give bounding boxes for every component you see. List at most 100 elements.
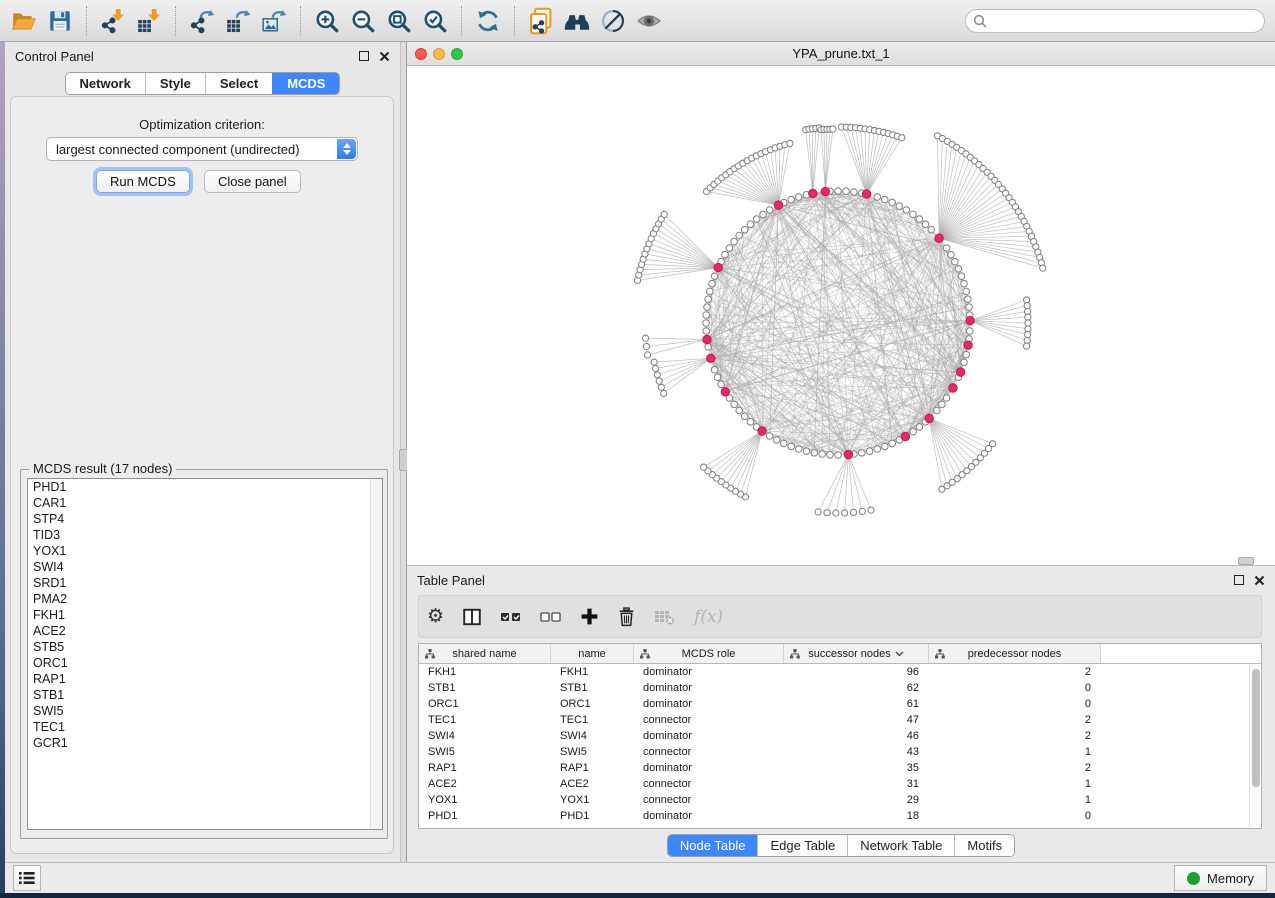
table-cell[interactable]: dominator — [634, 730, 784, 742]
deselect-all-icon[interactable] — [540, 602, 562, 632]
import-table-icon[interactable] — [131, 3, 167, 39]
table-cell[interactable]: RAP1 — [551, 762, 634, 774]
table-cell[interactable]: 47 — [784, 714, 929, 726]
table-row[interactable]: STB1STB1dominator620 — [419, 680, 1261, 696]
zoom-in-icon[interactable] — [309, 3, 345, 39]
table-cell[interactable]: SWI4 — [419, 730, 551, 742]
task-history-button[interactable] — [13, 865, 41, 891]
table-cell[interactable]: 2 — [929, 730, 1101, 742]
save-session-icon[interactable] — [42, 3, 78, 39]
table-cell[interactable]: TEC1 — [419, 714, 551, 726]
mcds-result-item[interactable]: STB5 — [28, 639, 382, 655]
table-cell[interactable]: ACE2 — [551, 778, 634, 790]
column-header-MCDS-role[interactable]: MCDS role — [634, 644, 784, 663]
mcds-result-item[interactable]: STP4 — [28, 511, 382, 527]
table-row[interactable]: FKH1FKH1dominator962 — [419, 664, 1261, 680]
float-panel-icon[interactable] — [359, 51, 369, 61]
delete-column-icon[interactable] — [617, 602, 636, 632]
close-panel-button[interactable]: Close panel — [204, 170, 301, 193]
table-cell[interactable]: 43 — [784, 746, 929, 758]
table-cell[interactable]: 2 — [929, 666, 1101, 678]
table-cell[interactable]: connector — [634, 794, 784, 806]
table-cell[interactable]: TEC1 — [551, 714, 634, 726]
table-row[interactable]: PHD1PHD1dominator180 — [419, 808, 1261, 824]
search-input[interactable] — [965, 9, 1265, 33]
export-network-icon[interactable] — [184, 3, 220, 39]
mcds-result-item[interactable]: SRD1 — [28, 575, 382, 591]
column-header-name[interactable]: name — [551, 644, 634, 663]
tab-select[interactable]: Select — [205, 73, 272, 94]
mcds-result-item[interactable]: ACE2 — [28, 623, 382, 639]
tab-mcds[interactable]: MCDS — [272, 73, 339, 94]
mcds-result-item[interactable]: STB1 — [28, 687, 382, 703]
memory-button[interactable]: Memory — [1174, 865, 1267, 891]
table-cell[interactable]: PHD1 — [419, 810, 551, 822]
table-cell[interactable]: 0 — [929, 810, 1101, 822]
table-cell[interactable]: 18 — [784, 810, 929, 822]
table-cell[interactable]: ORC1 — [551, 698, 634, 710]
table-cell[interactable]: STB1 — [551, 682, 634, 694]
tab-motifs[interactable]: Motifs — [954, 835, 1014, 856]
table-cell[interactable]: YOX1 — [419, 794, 551, 806]
table-row[interactable]: RAP1RAP1dominator352 — [419, 760, 1261, 776]
table-cell[interactable]: ACE2 — [419, 778, 551, 790]
network-canvas[interactable] — [407, 66, 1275, 565]
zoom-out-icon[interactable] — [345, 3, 381, 39]
table-row[interactable]: ACE2ACE2connector311 — [419, 776, 1261, 792]
table-cell[interactable]: dominator — [634, 682, 784, 694]
mcds-result-item[interactable]: ORC1 — [28, 655, 382, 671]
table-cell[interactable]: 0 — [929, 698, 1101, 710]
table-cell[interactable]: 35 — [784, 762, 929, 774]
table-cell[interactable]: connector — [634, 746, 784, 758]
table-cell[interactable]: 2 — [929, 714, 1101, 726]
splitter-grip-horizontal[interactable] — [1238, 557, 1254, 565]
tab-node-table[interactable]: Node Table — [668, 835, 758, 856]
hide-graphics-details-icon[interactable] — [595, 3, 631, 39]
select-all-icon[interactable] — [500, 602, 522, 632]
share-document-icon[interactable] — [523, 3, 559, 39]
mcds-result-item[interactable]: TEC1 — [28, 719, 382, 735]
mcds-result-item[interactable]: RAP1 — [28, 671, 382, 687]
mcds-result-item[interactable]: TID3 — [28, 527, 382, 543]
table-cell[interactable]: 1 — [929, 794, 1101, 806]
column-header-predecessor-nodes[interactable]: predecessor nodes — [929, 644, 1101, 663]
table-cell[interactable]: 1 — [929, 746, 1101, 758]
export-image-icon[interactable] — [256, 3, 292, 39]
table-cell[interactable]: 29 — [784, 794, 929, 806]
table-cell[interactable]: 31 — [784, 778, 929, 790]
table-cell[interactable]: connector — [634, 778, 784, 790]
table-cell[interactable]: 46 — [784, 730, 929, 742]
mcds-result-item[interactable]: PMA2 — [28, 591, 382, 607]
table-cell[interactable]: dominator — [634, 666, 784, 678]
tab-style[interactable]: Style — [145, 73, 205, 94]
table-cell[interactable]: STB1 — [419, 682, 551, 694]
mcds-result-item[interactable]: CAR1 — [28, 495, 382, 511]
export-table-icon[interactable] — [220, 3, 256, 39]
table-scrollbar-thumb[interactable] — [1252, 669, 1260, 787]
table-cell[interactable]: connector — [634, 714, 784, 726]
table-cell[interactable]: dominator — [634, 698, 784, 710]
table-cell[interactable]: 0 — [929, 682, 1101, 694]
table-cell[interactable]: 62 — [784, 682, 929, 694]
show-graphics-details-icon[interactable] — [631, 3, 667, 39]
table-row[interactable]: YOX1YOX1connector291 — [419, 792, 1261, 808]
add-column-icon[interactable] — [580, 602, 599, 632]
tab-network[interactable]: Network — [66, 73, 145, 94]
table-cell[interactable]: FKH1 — [419, 666, 551, 678]
column-header-successor-nodes[interactable]: successor nodes — [784, 644, 929, 663]
close-panel-icon[interactable] — [379, 51, 390, 62]
table-row[interactable]: TEC1TEC1connector472 — [419, 712, 1261, 728]
mcds-result-item[interactable]: GCR1 — [28, 735, 382, 751]
table-cell[interactable]: PHD1 — [551, 810, 634, 822]
table-cell[interactable]: YOX1 — [551, 794, 634, 806]
table-cell[interactable]: 96 — [784, 666, 929, 678]
run-mcds-button[interactable]: Run MCDS — [96, 170, 190, 193]
table-cell[interactable]: dominator — [634, 810, 784, 822]
table-row[interactable]: ORC1ORC1dominator610 — [419, 696, 1261, 712]
table-settings-icon[interactable]: ⚙ — [427, 602, 444, 632]
refresh-icon[interactable] — [470, 3, 506, 39]
column-header-shared-name[interactable]: shared name — [419, 644, 551, 663]
table-cell[interactable]: FKH1 — [551, 666, 634, 678]
table-cell[interactable]: SWI4 — [551, 730, 634, 742]
import-network-icon[interactable] — [95, 3, 131, 39]
